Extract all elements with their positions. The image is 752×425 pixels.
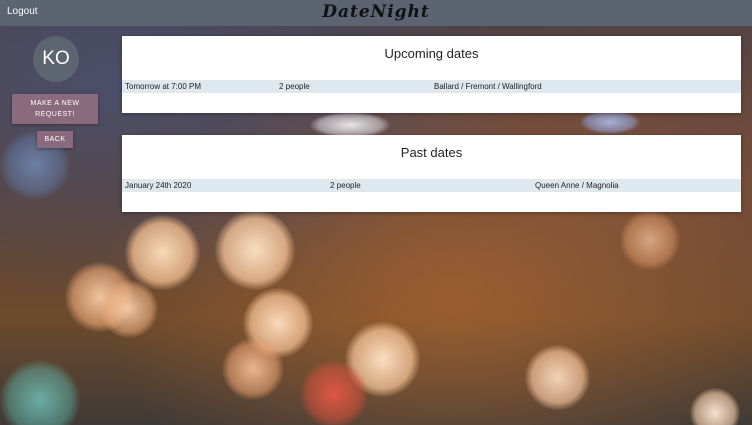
bokeh-light [525, 345, 590, 410]
upcoming-dates-title: Upcoming dates [384, 46, 479, 61]
date-time: January 24th 2020 [125, 181, 192, 190]
make-new-request-label-line1: MAKE A NEW [30, 100, 80, 107]
date-time: Tomorrow at 7:00 PM [125, 82, 202, 91]
bokeh-light [222, 338, 284, 400]
bokeh-light [300, 360, 368, 425]
bokeh-light [620, 210, 680, 270]
back-button[interactable]: BACK [37, 131, 73, 148]
top-navigation-bar: Logout DateNight [0, 0, 752, 26]
upcoming-date-row[interactable]: Tomorrow at 7:00 PM 2 people Ballard / F… [122, 80, 741, 93]
make-new-request-label-line2: REQUEST! [35, 111, 75, 118]
user-avatar: KO [33, 36, 79, 82]
date-neighborhoods: Ballard / Fremont / Wallingford [434, 82, 542, 91]
app-logo: DateNight [322, 2, 430, 22]
bokeh-light [125, 215, 200, 290]
bokeh-light [100, 280, 158, 338]
past-date-row[interactable]: January 24th 2020 2 people Queen Anne / … [122, 179, 741, 192]
bokeh-light [690, 388, 740, 425]
make-new-request-button[interactable]: MAKE A NEW REQUEST! [12, 94, 98, 124]
past-dates-card: Past dates January 24th 2020 2 people Qu… [122, 135, 741, 212]
bokeh-light [580, 110, 640, 134]
upcoming-dates-card: Upcoming dates Tomorrow at 7:00 PM 2 peo… [122, 36, 741, 113]
bokeh-light [215, 210, 295, 290]
date-party-size: 2 people [279, 82, 310, 91]
bokeh-light [0, 360, 80, 425]
date-party-size: 2 people [330, 181, 361, 190]
date-neighborhoods: Queen Anne / Magnolia [535, 181, 619, 190]
past-dates-title: Past dates [400, 145, 463, 160]
